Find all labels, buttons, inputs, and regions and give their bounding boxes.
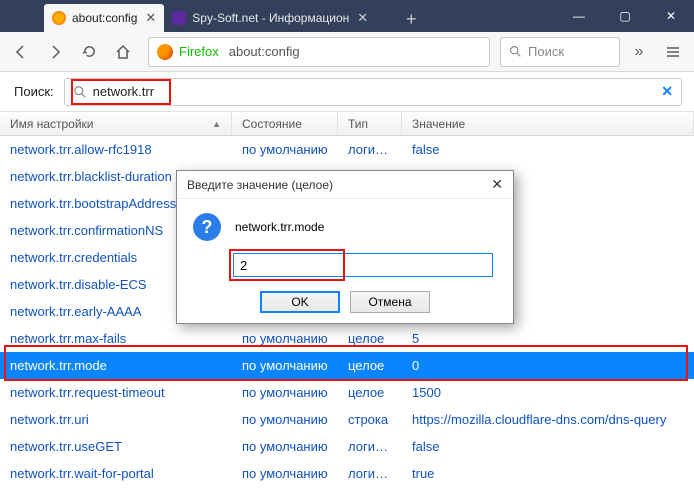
config-search-value: network.trr <box>93 84 154 99</box>
tab-strip: about:config ✕ Spy-Soft.net - Информацио… <box>0 0 424 32</box>
cell-type: логичес… <box>338 142 402 157</box>
table-header: Имя настройки▲ Состояние Тип Значение <box>0 112 694 136</box>
firefox-icon <box>157 44 173 60</box>
table-row[interactable]: network.trr.max-failsпо умолчаниюцелое5 <box>0 325 694 352</box>
new-tab-button[interactable]: + <box>398 6 424 32</box>
cell-type: логичес… <box>338 466 402 481</box>
cell-value: 0 <box>402 358 694 373</box>
cell-name: network.trr.uri <box>0 412 232 427</box>
sort-asc-icon: ▲ <box>212 119 221 129</box>
cell-value: false <box>402 439 694 454</box>
window-controls: — ▢ ✕ <box>556 0 694 32</box>
table-row[interactable]: network.trr.modeпо умолчаниюцелое0 <box>0 352 694 379</box>
cell-state: по умолчанию <box>232 142 338 157</box>
home-button[interactable] <box>108 37 138 67</box>
maximize-button[interactable]: ▢ <box>602 0 648 32</box>
cell-value: https://mozilla.cloudflare-dns.com/dns-q… <box>402 412 694 427</box>
cancel-button[interactable]: Отмена <box>350 291 430 313</box>
cell-type: целое <box>338 385 402 400</box>
search-icon <box>509 45 522 58</box>
tab-label: about:config <box>72 11 137 25</box>
col-type[interactable]: Тип <box>338 112 402 135</box>
dialog-enter-integer: Введите значение (целое) ✕ ? network.trr… <box>176 170 514 324</box>
cell-type: целое <box>338 331 402 346</box>
cell-type: логичес… <box>338 439 402 454</box>
reload-button[interactable] <box>74 37 104 67</box>
table-row[interactable]: network.trr.allow-rfc1918по умолчаниюлог… <box>0 136 694 163</box>
config-search-row: Поиск: network.trr ✕ <box>0 72 694 112</box>
forward-button[interactable] <box>40 37 70 67</box>
close-button[interactable]: ✕ <box>648 0 694 32</box>
cell-state: по умолчанию <box>232 412 338 427</box>
toolbar: Firefox about:config Поиск » <box>0 32 694 72</box>
overflow-button[interactable]: » <box>624 37 654 67</box>
url-bar[interactable]: Firefox about:config <box>148 37 490 67</box>
back-button[interactable] <box>6 37 36 67</box>
search-box[interactable]: Поиск <box>500 37 620 67</box>
cell-state: по умолчанию <box>232 331 338 346</box>
clear-icon[interactable]: ✕ <box>661 83 673 100</box>
integer-input[interactable] <box>233 253 493 277</box>
site-icon <box>172 11 186 25</box>
pref-name: network.trr.mode <box>235 220 324 234</box>
cell-value: true <box>402 466 694 481</box>
titlebar: about:config ✕ Spy-Soft.net - Информацио… <box>0 0 694 32</box>
cell-type: строка <box>338 412 402 427</box>
col-state[interactable]: Состояние <box>232 112 338 135</box>
cell-value: 5 <box>402 331 694 346</box>
cell-name: network.trr.mode <box>0 358 232 373</box>
config-search-input[interactable]: network.trr ✕ <box>64 78 682 106</box>
dialog-title: Введите значение (целое) <box>187 178 333 192</box>
col-value[interactable]: Значение <box>402 112 694 135</box>
search-label: Поиск: <box>14 84 54 99</box>
cell-state: по умолчанию <box>232 385 338 400</box>
cell-name: network.trr.request-timeout <box>0 385 232 400</box>
cell-name: network.trr.wait-for-portal <box>0 466 232 481</box>
table-row[interactable]: network.trr.wait-for-portalпо умолчаниюл… <box>0 460 694 487</box>
ok-button[interactable]: OK <box>260 291 340 313</box>
cell-name: network.trr.useGET <box>0 439 232 454</box>
cell-name: network.trr.allow-rfc1918 <box>0 142 232 157</box>
firefox-warning-icon <box>52 11 66 25</box>
dialog-titlebar[interactable]: Введите значение (целое) ✕ <box>177 171 513 199</box>
cell-state: по умолчанию <box>232 358 338 373</box>
cell-name: network.trr.max-fails <box>0 331 232 346</box>
menu-button[interactable] <box>658 37 688 67</box>
cell-type: целое <box>338 358 402 373</box>
close-icon[interactable]: ✕ <box>145 10 156 26</box>
cell-state: по умолчанию <box>232 466 338 481</box>
table-row[interactable]: network.trr.request-timeoutпо умолчаниюц… <box>0 379 694 406</box>
table-row[interactable]: network.trr.uriпо умолчаниюстрокаhttps:/… <box>0 406 694 433</box>
close-icon[interactable]: ✕ <box>357 10 368 26</box>
search-icon <box>73 85 87 99</box>
close-icon[interactable]: ✕ <box>491 176 503 193</box>
identity-label: Firefox <box>179 44 219 59</box>
table-row[interactable]: network.trr.useGETпо умолчаниюлогичес…fa… <box>0 433 694 460</box>
cell-value: false <box>402 142 694 157</box>
tab-about-config[interactable]: about:config ✕ <box>44 4 164 32</box>
url-text: about:config <box>229 44 300 59</box>
tab-label: Spy-Soft.net - Информацион <box>192 11 349 25</box>
search-placeholder: Поиск <box>528 44 564 59</box>
tab-spysoft[interactable]: Spy-Soft.net - Информацион ✕ <box>164 4 394 32</box>
col-name[interactable]: Имя настройки▲ <box>0 112 232 135</box>
cell-state: по умолчанию <box>232 439 338 454</box>
minimize-button[interactable]: — <box>556 0 602 32</box>
question-icon: ? <box>193 213 221 241</box>
cell-value: 1500 <box>402 385 694 400</box>
